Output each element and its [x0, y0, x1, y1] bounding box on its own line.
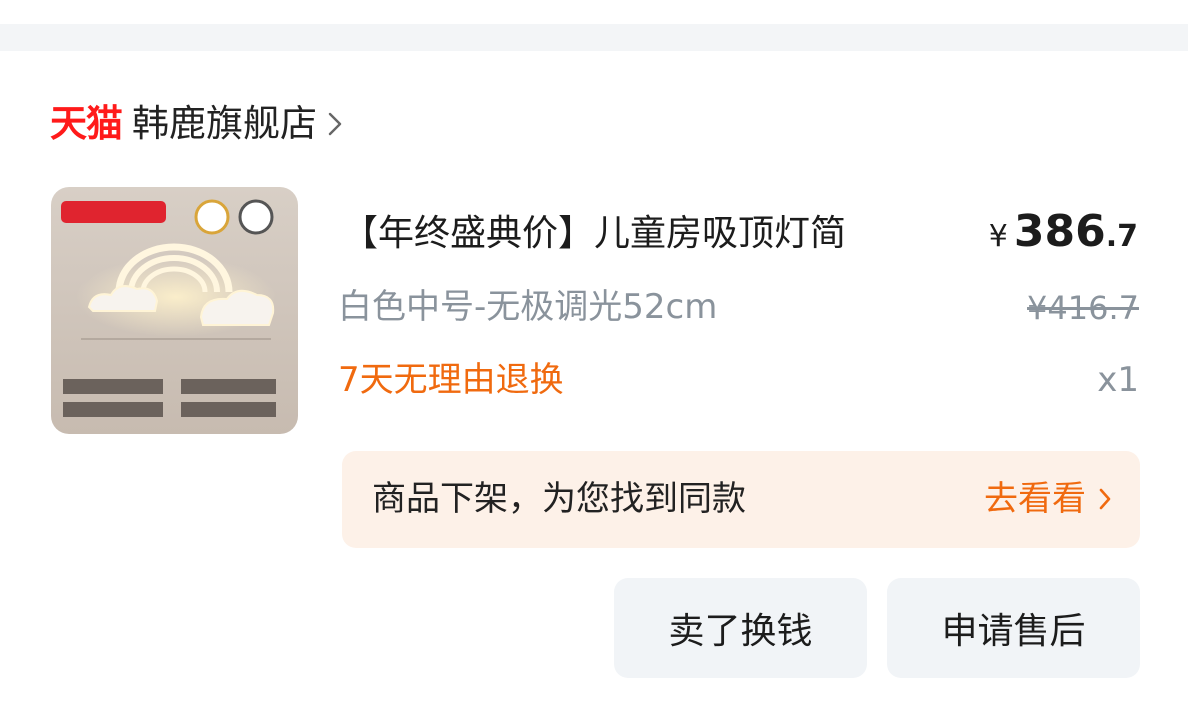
price-decimal: .7	[1105, 219, 1138, 254]
view-similar-link[interactable]: 去看看	[984, 473, 1112, 525]
delisted-notice-text: 商品下架，为您找到同款	[372, 479, 746, 519]
product-price: ¥ 386 .7	[989, 206, 1138, 257]
store-name[interactable]: 韩鹿旗舰店	[132, 100, 317, 148]
chevron-right-icon[interactable]	[327, 110, 343, 138]
sell-button[interactable]: 卖了换钱	[614, 578, 867, 678]
price-currency: ¥	[988, 219, 1008, 254]
product-title[interactable]: 【年终盛典价】儿童房吸顶灯简	[342, 208, 846, 260]
product-thumbnail[interactable]	[51, 187, 298, 434]
product-variant: 白色中号-无极调光52cm	[338, 287, 718, 327]
top-divider-strip	[0, 24, 1188, 51]
after-sales-button[interactable]: 申请售后	[887, 578, 1140, 678]
price-integer: 386	[1013, 206, 1106, 257]
view-similar-label: 去看看	[984, 479, 1086, 519]
quantity: x1	[1097, 360, 1139, 400]
tmall-logo: 天猫	[50, 102, 123, 145]
delisted-notice-banner[interactable]: 商品下架，为您找到同款 去看看	[342, 451, 1140, 548]
store-header[interactable]: 天猫 韩鹿旗舰店	[50, 100, 343, 148]
original-price: ¥416.7	[1027, 289, 1139, 327]
return-policy-tag: 7天无理由退换	[338, 360, 564, 400]
chevron-right-icon	[1098, 486, 1112, 512]
